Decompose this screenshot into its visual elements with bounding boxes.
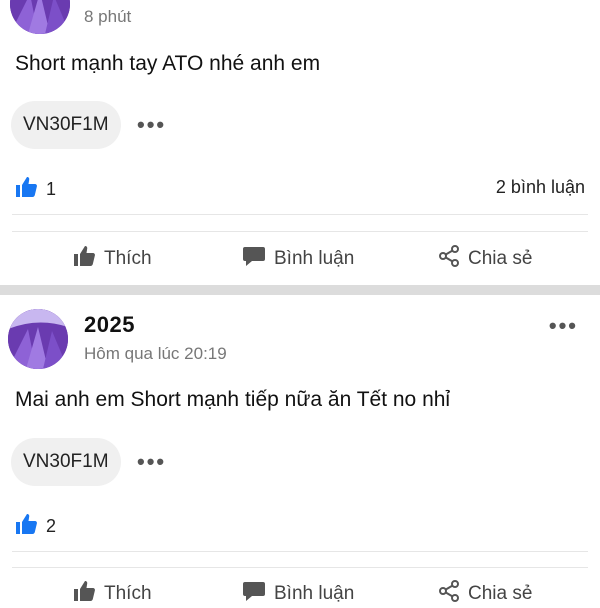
like-summary[interactable]: 1 bbox=[14, 176, 56, 203]
post-card-1: 8 phút Short mạnh tay ATO nhé anh em VN3… bbox=[0, 0, 600, 283]
share-label: Chia sẻ bbox=[468, 583, 533, 604]
divider bbox=[12, 567, 588, 568]
comment-count[interactable]: 2 bình luận bbox=[496, 177, 585, 198]
blue-thumbs-up-icon bbox=[14, 513, 38, 540]
thumbs-up-icon bbox=[72, 580, 96, 608]
thumbs-up-icon bbox=[72, 245, 96, 273]
post-card-2: 2025 Hôm qua lúc 20:19 ••• Mai anh em Sh… bbox=[0, 295, 600, 604]
like-button[interactable]: Thích bbox=[72, 580, 152, 608]
tag-more-button[interactable]: ••• bbox=[137, 112, 166, 138]
divider bbox=[12, 231, 588, 232]
divider bbox=[12, 214, 588, 215]
post-content: Mai anh em Short mạnh tiếp nữa ăn Tết no… bbox=[15, 388, 451, 411]
author-name[interactable]: 2025 bbox=[84, 312, 135, 338]
share-button[interactable]: Chia sẻ bbox=[438, 580, 532, 608]
post-more-button[interactable]: ••• bbox=[549, 315, 578, 337]
stock-tag-pill[interactable]: VN30F1M bbox=[11, 438, 121, 486]
divider bbox=[12, 551, 588, 552]
like-summary[interactable]: 2 bbox=[14, 513, 56, 540]
post-timestamp: Hôm qua lúc 20:19 bbox=[84, 344, 227, 363]
post-timestamp: 8 phút bbox=[84, 7, 132, 26]
share-icon bbox=[438, 580, 460, 608]
comment-label: Bình luận bbox=[274, 248, 355, 269]
like-count: 2 bbox=[46, 516, 57, 536]
author-avatar[interactable] bbox=[10, 0, 70, 34]
share-button[interactable]: Chia sẻ bbox=[438, 245, 532, 273]
like-label: Thích bbox=[104, 248, 152, 269]
like-label: Thích bbox=[104, 583, 152, 604]
speech-bubble-icon bbox=[242, 580, 266, 608]
like-button[interactable]: Thích bbox=[72, 245, 152, 273]
post-separator bbox=[0, 285, 600, 295]
blue-thumbs-up-icon bbox=[14, 176, 38, 203]
speech-bubble-icon bbox=[242, 245, 266, 273]
author-avatar[interactable] bbox=[8, 309, 68, 369]
share-icon bbox=[438, 245, 460, 273]
like-count: 1 bbox=[46, 179, 57, 199]
comment-label: Bình luận bbox=[274, 583, 355, 604]
post-content: Short mạnh tay ATO nhé anh em bbox=[15, 52, 321, 75]
comment-button[interactable]: Bình luận bbox=[242, 580, 354, 608]
share-label: Chia sẻ bbox=[468, 248, 533, 269]
tag-more-button[interactable]: ••• bbox=[137, 449, 166, 475]
stock-tag-pill[interactable]: VN30F1M bbox=[11, 101, 121, 149]
comment-button[interactable]: Bình luận bbox=[242, 245, 354, 273]
